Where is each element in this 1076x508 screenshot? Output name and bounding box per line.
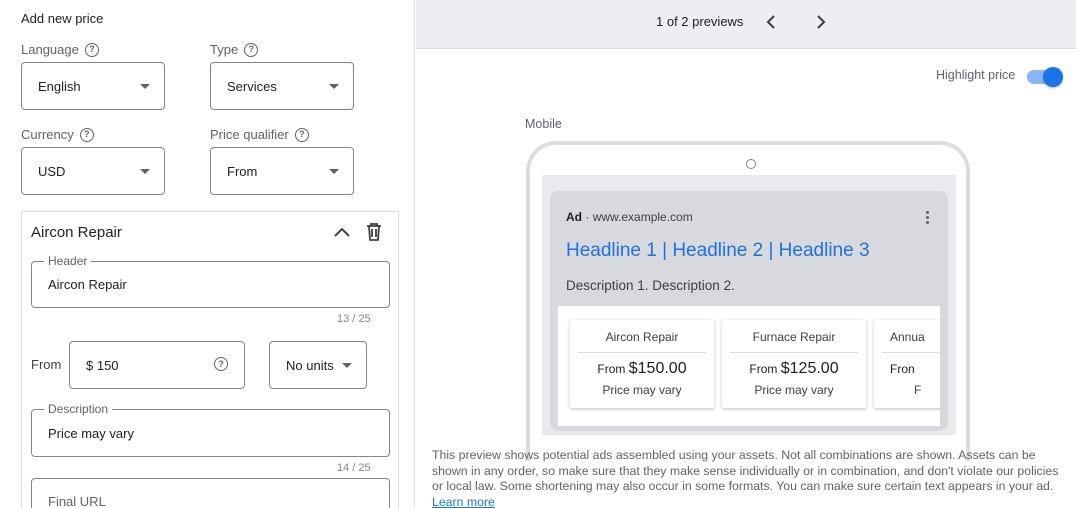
description-char-counter: 14 / 25 xyxy=(337,462,371,474)
dropdown-caret-icon xyxy=(140,169,150,174)
price-card-note: Price may vary xyxy=(602,383,682,397)
units-select[interactable]: No units xyxy=(269,341,367,389)
mobile-preview-label: Mobile xyxy=(525,117,562,131)
help-icon[interactable]: ? xyxy=(84,42,99,57)
preview-toolbar: 1 of 2 previews xyxy=(416,0,1076,49)
chevron-left-icon[interactable] xyxy=(762,12,782,32)
language-select[interactable]: English xyxy=(21,62,165,110)
phone-screen: Ad · www.example.com Headline 1 | Headli… xyxy=(542,175,956,435)
price-editor-panel: Add new price Language ? English Type ? … xyxy=(0,0,415,508)
currency-select[interactable]: USD xyxy=(21,147,165,195)
header-field-label: Header xyxy=(44,254,92,268)
price-card-price: From $125.00 xyxy=(749,360,839,377)
dropdown-caret-icon xyxy=(342,363,352,368)
header-field[interactable]: Header Aircon Repair xyxy=(31,254,390,308)
preview-pager-text: 1 of 2 previews xyxy=(656,14,744,29)
more-vert-icon[interactable] xyxy=(926,211,930,224)
header-field-value: Aircon Repair xyxy=(48,277,127,292)
ad-badge: Ad xyxy=(566,210,582,224)
currency-label: Currency ? xyxy=(21,127,94,142)
language-label: Language ? xyxy=(21,42,99,57)
ad-description: Description 1. Description 2. xyxy=(566,278,735,293)
price-qualifier-select[interactable]: From xyxy=(210,147,354,195)
toggle-knob xyxy=(1043,67,1063,87)
trash-icon[interactable] xyxy=(365,222,383,242)
type-select[interactable]: Services xyxy=(210,62,354,110)
price-card-header: Aircon Repair xyxy=(605,330,679,344)
help-icon[interactable]: ? xyxy=(79,127,94,142)
ad-display-url: www.example.com xyxy=(592,210,693,224)
description-field-value: Price may vary xyxy=(48,426,134,441)
description-field[interactable]: Description Price may vary xyxy=(31,402,390,457)
mobile-phone-frame: Ad · www.example.com Headline 1 | Headli… xyxy=(526,141,970,461)
price-prefix-label: From xyxy=(31,357,62,372)
ad-headline[interactable]: Headline 1 | Headline 2 | Headline 3 xyxy=(566,240,870,262)
panel-title: Add new price xyxy=(21,11,104,26)
dropdown-caret-icon xyxy=(329,169,339,174)
highlight-price-toggle[interactable] xyxy=(1027,67,1063,87)
dropdown-caret-icon xyxy=(329,84,339,89)
price-item-title: Aircon Repair xyxy=(31,224,122,241)
price-cards-strip[interactable]: Aircon Repair From $150.00 Price may var… xyxy=(558,306,940,426)
description-field-label: Description xyxy=(44,402,113,416)
price-card-note: F xyxy=(914,383,922,397)
highlight-price-label: Highlight price xyxy=(936,68,1016,82)
final-url-placeholder: Final URL xyxy=(48,494,106,508)
camera-icon xyxy=(746,159,756,169)
price-card-price: Fron xyxy=(890,362,915,376)
units-select-value: No units xyxy=(286,358,334,373)
price-card[interactable]: Furnace Repair From $125.00 Price may va… xyxy=(722,320,866,408)
divider xyxy=(730,352,858,353)
learn-more-link[interactable]: Learn more xyxy=(432,495,495,508)
ad-preview-card: Ad · www.example.com Headline 1 | Headli… xyxy=(550,191,948,431)
type-label: Type ? xyxy=(210,42,259,57)
chevron-up-icon[interactable] xyxy=(332,223,352,243)
help-icon[interactable]: ? xyxy=(244,42,259,57)
help-icon[interactable]: ? xyxy=(294,127,309,142)
header-char-counter: 13 / 25 xyxy=(337,313,371,325)
price-card[interactable]: Aircon Repair From $150.00 Price may var… xyxy=(570,320,714,408)
price-input-value: $ 150 xyxy=(86,358,119,373)
dropdown-caret-icon xyxy=(140,84,150,89)
divider xyxy=(578,352,706,353)
price-card-header: Annua xyxy=(890,330,925,344)
chevron-right-icon[interactable] xyxy=(810,12,830,32)
price-item-card: Aircon Repair Header Aircon Repair 13 / … xyxy=(21,211,399,508)
ad-url-line: Ad · www.example.com xyxy=(566,210,693,224)
price-input[interactable]: $ 150 ? xyxy=(69,341,245,389)
divider xyxy=(882,352,940,353)
price-card-header: Furnace Repair xyxy=(752,330,836,344)
price-card-note: Price may vary xyxy=(754,383,834,397)
final-url-field[interactable]: Final URL xyxy=(31,478,390,508)
preview-disclaimer: This preview shows potential ads assembl… xyxy=(432,448,1066,508)
help-icon[interactable]: ? xyxy=(214,357,228,371)
disclaimer-text: This preview shows potential ads assembl… xyxy=(432,448,1059,493)
price-card-price: From $150.00 xyxy=(597,360,687,377)
ad-separator: · xyxy=(585,210,590,224)
price-qualifier-label: Price qualifier ? xyxy=(210,127,309,142)
price-card[interactable]: Annua Fron F xyxy=(874,320,940,408)
